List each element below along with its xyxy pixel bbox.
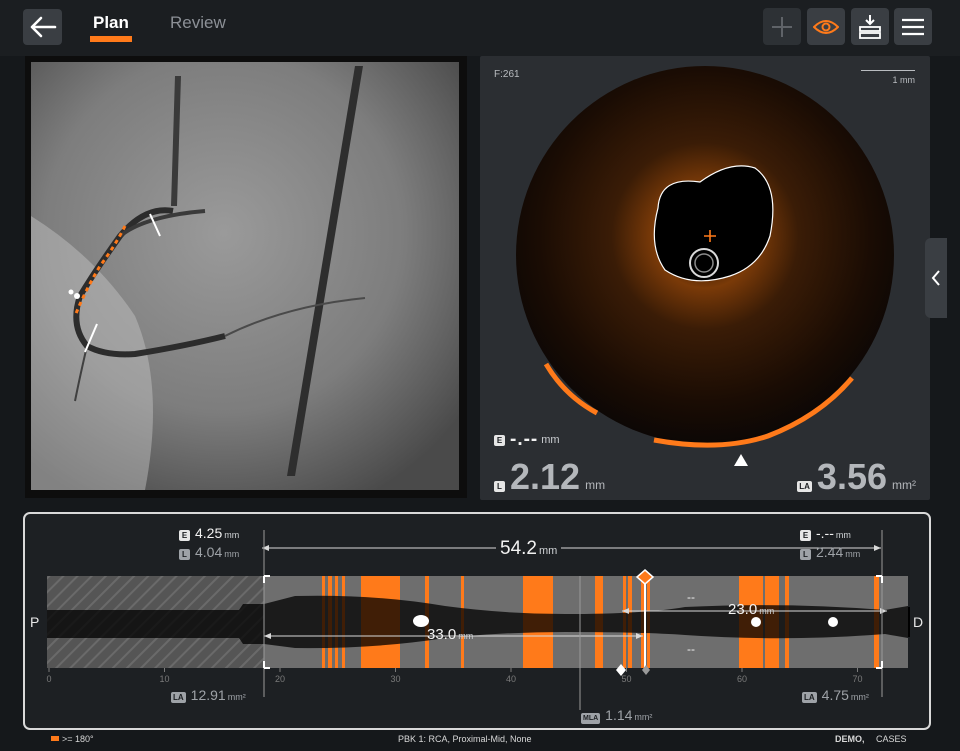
oct-cross-section[interactable]: F:261 1 mm E -.-- mm L 2.12 mm LA 3.56 m… (480, 56, 930, 500)
cases-label: CASES (876, 734, 907, 744)
top-bar: Plan Review (0, 0, 960, 56)
lumen-area-value: 3.56 (816, 456, 887, 497)
lumen-diameter-value: 2.12 (510, 456, 581, 497)
distal-label: D (913, 614, 924, 630)
mla-readout: MLA 1.14 mm² (581, 707, 653, 724)
scale-label: 1 mm (892, 75, 916, 85)
axis-tick-label: 30 (390, 674, 400, 684)
axis-tick-label: 70 (852, 674, 862, 684)
chevron-left-icon (931, 270, 940, 286)
plus-icon (772, 16, 792, 37)
legend-label: >= 180° (62, 734, 94, 744)
proximal-label: P (30, 614, 40, 630)
left-ref-eem: E 4.25 mm (179, 525, 239, 541)
axis-tick-label: 40 (506, 674, 516, 684)
add-button[interactable] (763, 8, 801, 45)
left-ref-area: LA 12.91 mm² (171, 687, 246, 703)
back-arrow-icon (30, 16, 56, 38)
lumen-diameter-unit: mm (585, 478, 606, 492)
e-badge: E (494, 434, 505, 446)
right-ref-lumen: L 2.44 mm (800, 544, 860, 560)
frame-number: F:261 (494, 69, 520, 80)
axis-ticks: 0 10 20 30 40 50 60 70 (46, 668, 863, 684)
longitudinal-view[interactable]: 0 10 20 30 40 50 60 70 P D E 4.25 mm L 4.04 mm … (23, 512, 931, 730)
back-button[interactable] (23, 9, 62, 45)
axis-tick-label: 50 (621, 674, 631, 684)
lumen-diameter-readout: L 2.12 mm (494, 456, 605, 498)
distal-dash-top: -- (687, 590, 695, 604)
axis-tick-label: 10 (159, 674, 169, 684)
e-unit: mm (541, 434, 560, 446)
menu-button[interactable] (894, 8, 932, 45)
angiogram-image (31, 62, 459, 490)
tab-plan[interactable]: Plan (93, 13, 129, 33)
total-length: 54.2 mm (496, 538, 562, 560)
right-ref-eem: E -.-- mm (800, 525, 851, 541)
menu-icon (902, 18, 924, 35)
tab-review[interactable]: Review (170, 13, 226, 33)
visibility-button[interactable] (807, 8, 845, 45)
eye-icon (813, 19, 839, 34)
export-button[interactable] (851, 8, 889, 45)
axis-tick-label: 60 (737, 674, 747, 684)
l-badge: L (494, 481, 505, 492)
eem-diameter-readout: E -.-- mm (494, 429, 560, 451)
e-value: -.-- (510, 429, 539, 450)
lumen-area-unit: mm² (892, 478, 916, 492)
side-panel-toggle[interactable] (925, 238, 947, 318)
scale-bar (861, 70, 915, 71)
axis-tick-label: 0 (46, 674, 51, 684)
left-ref-lumen: L 4.04 mm (179, 544, 239, 560)
segment-left-length: 33.0 mm (427, 626, 474, 643)
segment-right-length: 23.0 mm (728, 601, 775, 618)
axis-tick-label: 20 (275, 674, 285, 684)
legend-swatch (51, 736, 59, 741)
lumen-area-readout: LA 3.56 mm² (797, 456, 916, 498)
angiography-view[interactable] (25, 56, 467, 498)
distal-dash-bottom: -- (687, 642, 695, 656)
active-tab-indicator (90, 36, 132, 42)
longitudinal-plot: 0 10 20 30 40 50 60 70 (46, 530, 910, 710)
export-icon (859, 14, 881, 39)
right-ref-area: LA 4.75 mm² (802, 687, 869, 703)
vessel-info: PBK 1: RCA, Proximal-Mid, None (398, 734, 532, 744)
la-badge: LA (797, 481, 812, 492)
demo-label: DEMO, (835, 734, 865, 744)
status-footer: >= 180° PBK 1: RCA, Proximal-Mid, None D… (0, 733, 960, 751)
